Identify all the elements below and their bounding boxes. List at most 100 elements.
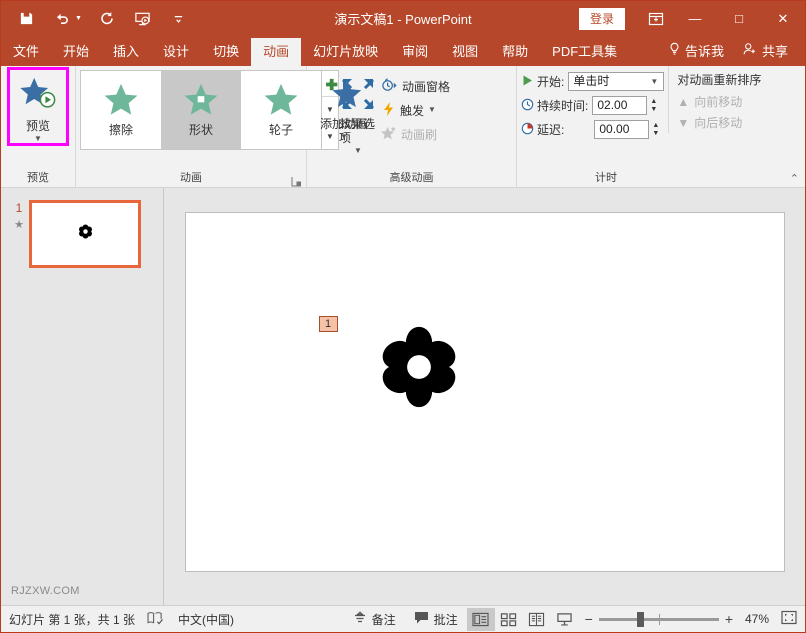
animation-star-icon[interactable]: ★	[14, 218, 24, 231]
start-dropdown[interactable]: 单击时 ▼	[568, 72, 664, 91]
animation-painter-icon	[381, 125, 397, 143]
person-add-icon	[742, 42, 758, 60]
tab-view[interactable]: 视图	[440, 38, 490, 66]
add-animation-button[interactable]: 添加动画 ▼	[311, 70, 377, 141]
fit-to-window-icon[interactable]	[775, 610, 797, 628]
animation-pane-button[interactable]: 动画窗格	[377, 74, 454, 98]
stepper-down-icon[interactable]: ▼	[652, 130, 659, 138]
tab-transitions[interactable]: 切换	[201, 38, 251, 66]
delay-clock-icon	[521, 122, 534, 138]
star-icon	[263, 82, 299, 119]
maximize-button[interactable]: □	[717, 1, 761, 36]
undo-group[interactable]: ▼	[51, 8, 82, 30]
group-label-preview: 预览	[1, 170, 75, 187]
delay-stepper[interactable]: ▲ ▼	[652, 122, 659, 138]
quick-access-toolbar: ▼	[1, 8, 190, 30]
group-label-animation: 动画	[76, 170, 306, 187]
reorder-title: 对动画重新排序	[677, 71, 761, 88]
save-icon[interactable]	[15, 8, 37, 30]
reorder-animation-section: 对动画重新排序 ▲ 向前移动 ▼ 向后移动	[668, 66, 767, 133]
chevron-down-icon[interactable]: ▼	[647, 77, 661, 86]
tab-design[interactable]: 设计	[151, 38, 201, 66]
stepper-up-icon[interactable]: ▲	[652, 122, 659, 130]
status-bar: 幻灯片 第 1 张，共 1 张 中文(中国) 备注 批注	[1, 605, 805, 632]
add-animation-icon	[324, 76, 364, 115]
animation-shape[interactable]: 形状	[161, 71, 241, 149]
undo-icon[interactable]	[51, 8, 73, 30]
tab-animations[interactable]: 动画	[251, 38, 301, 66]
tab-review[interactable]: 审阅	[390, 38, 440, 66]
share-button[interactable]: 共享	[733, 37, 797, 66]
move-later-label: 向后移动	[694, 114, 742, 131]
sign-in-button[interactable]: 登录	[579, 8, 625, 30]
preview-button[interactable]: 预览 ▼	[10, 70, 66, 143]
duration-stepper[interactable]: ▲ ▼	[650, 98, 657, 114]
animation-order-tag[interactable]: 1	[319, 316, 338, 332]
notes-label: 备注	[372, 611, 396, 628]
normal-view-button[interactable]	[467, 608, 495, 631]
zoom-slider[interactable]: − + 47%	[579, 612, 775, 626]
minimize-button[interactable]: —	[673, 1, 717, 36]
animation-gallery[interactable]: 擦除 形状 轮子 ▲	[80, 70, 339, 150]
tab-insert[interactable]: 插入	[101, 38, 151, 66]
redo-icon[interactable]	[96, 8, 118, 30]
notes-button[interactable]: 备注	[344, 611, 405, 628]
comment-icon	[414, 611, 429, 627]
slide-canvas[interactable]: 1	[185, 212, 785, 572]
lightning-icon	[381, 101, 396, 120]
slide-count-label[interactable]: 幻灯片 第 1 张，共 1 张	[9, 611, 147, 628]
slide-sorter-view-button[interactable]	[495, 608, 523, 631]
trigger-button[interactable]: 触发 ▼	[377, 98, 454, 122]
reading-view-button[interactable]	[523, 608, 551, 631]
zoom-level-label[interactable]: 47%	[739, 612, 769, 626]
tab-slideshow[interactable]: 幻灯片放映	[301, 38, 390, 66]
zoom-in-button[interactable]: +	[725, 613, 733, 625]
animation-wipe-label: 擦除	[109, 121, 133, 138]
animation-wipe[interactable]: 擦除	[81, 71, 161, 149]
language-label[interactable]: 中文(中国)	[178, 611, 234, 628]
delay-value: 00.00	[599, 121, 646, 138]
ribbon-group-preview: 预览 ▼ 预览	[1, 66, 76, 187]
comments-button[interactable]: 批注	[405, 611, 467, 628]
tab-pdf-tools[interactable]: PDF工具集	[540, 38, 629, 66]
star-icon	[183, 82, 219, 119]
ribbon-display-options-icon[interactable]	[639, 1, 673, 36]
start-slideshow-icon[interactable]	[132, 8, 154, 30]
stepper-down-icon[interactable]: ▼	[650, 106, 657, 114]
timing-fields: 开始: 单击时 ▼ 持续时间: 02.00	[517, 66, 664, 140]
add-animation-dropdown-icon[interactable]: ▼	[340, 132, 348, 141]
triangle-up-icon: ▲	[677, 95, 689, 109]
slide-thumbnail-pane[interactable]: 1 ★ RJ	[1, 188, 164, 605]
undo-dropdown-icon[interactable]: ▼	[75, 15, 82, 22]
start-label: 开始:	[537, 73, 564, 90]
zoom-track[interactable]	[599, 618, 719, 621]
zoom-thumb[interactable]	[637, 612, 644, 627]
comments-label: 批注	[434, 611, 458, 628]
zoom-100-tick	[659, 614, 660, 625]
watermark-text: RJZXW.COM	[11, 585, 80, 597]
start-play-icon	[521, 74, 534, 90]
stepper-up-icon[interactable]: ▲	[650, 98, 657, 106]
spellcheck-icon[interactable]	[147, 611, 178, 628]
close-button[interactable]: ✕	[761, 1, 805, 36]
duration-label: 持续时间:	[537, 97, 588, 114]
animation-dialog-launcher-icon[interactable]	[291, 174, 302, 185]
collapse-ribbon-icon[interactable]: ⌃	[790, 172, 799, 185]
zoom-out-button[interactable]: −	[585, 613, 593, 625]
tab-help[interactable]: 帮助	[490, 38, 540, 66]
flower-shape[interactable]	[378, 326, 460, 413]
slide-edit-area[interactable]: 1	[164, 188, 805, 605]
ribbon-tabs: 文件 开始 插入 设计 切换 动画 幻灯片放映 审阅 视图 帮助 PDF工具集 …	[1, 36, 805, 66]
lightbulb-icon	[668, 42, 681, 60]
duration-input[interactable]: 02.00	[592, 96, 647, 115]
animation-painter-label: 动画刷	[401, 126, 437, 143]
preview-dropdown-icon[interactable]: ▼	[34, 134, 42, 143]
slideshow-view-button[interactable]	[551, 608, 579, 631]
tell-me-button[interactable]: 告诉我	[659, 37, 733, 66]
tab-file[interactable]: 文件	[1, 38, 51, 66]
trigger-dropdown-icon[interactable]: ▼	[428, 106, 436, 114]
slide-thumbnail-1[interactable]	[29, 200, 141, 268]
tab-home[interactable]: 开始	[51, 38, 101, 66]
delay-input[interactable]: 00.00	[594, 120, 649, 139]
customize-qat-icon[interactable]	[168, 8, 190, 30]
